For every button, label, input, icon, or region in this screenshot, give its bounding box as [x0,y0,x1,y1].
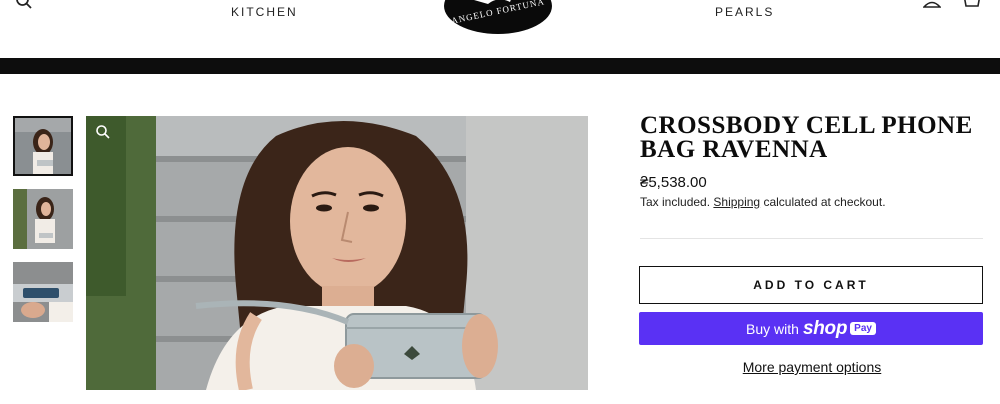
thumbnail-3[interactable] [13,262,73,322]
user-icon[interactable] [922,0,942,13]
tax-prefix: Tax included. [640,195,711,209]
thumbnail-2[interactable] [13,189,73,249]
product-main-image[interactable] [86,116,588,390]
product-title: CROSSBODY CELL PHONE BAG RAVENNA [640,112,973,163]
thumbnail-1[interactable] [13,116,73,176]
tax-note: Tax included. Shipping calculated at che… [640,195,886,209]
search-icon[interactable] [15,0,33,15]
more-payment-options-link[interactable]: More payment options [640,359,984,375]
shop-pay-button[interactable]: Buy with shop Pay [639,312,983,345]
shop-pay-badge: Pay [850,322,876,335]
tax-suffix: calculated at checkout. [763,195,886,209]
add-to-cart-button[interactable]: ADD TO CART [639,266,983,304]
buy-with-label: Buy with [746,320,799,337]
zoom-icon[interactable] [95,124,111,140]
cart-icon[interactable] [962,0,982,13]
nav-pearls[interactable]: PEARLS [715,5,774,19]
site-header: KITCHEN ANGELO FORTUNA PEARLS [0,0,1000,58]
shop-brand-label: shop [802,317,848,339]
nav-kitchen[interactable]: KITCHEN [231,5,298,19]
brand-logo[interactable]: ANGELO FORTUNA [444,0,552,34]
product-price: ₴5,538.00 [640,174,707,191]
shipping-link[interactable]: Shipping [713,195,760,209]
section-divider [640,238,983,239]
header-divider-bar [0,58,1000,74]
